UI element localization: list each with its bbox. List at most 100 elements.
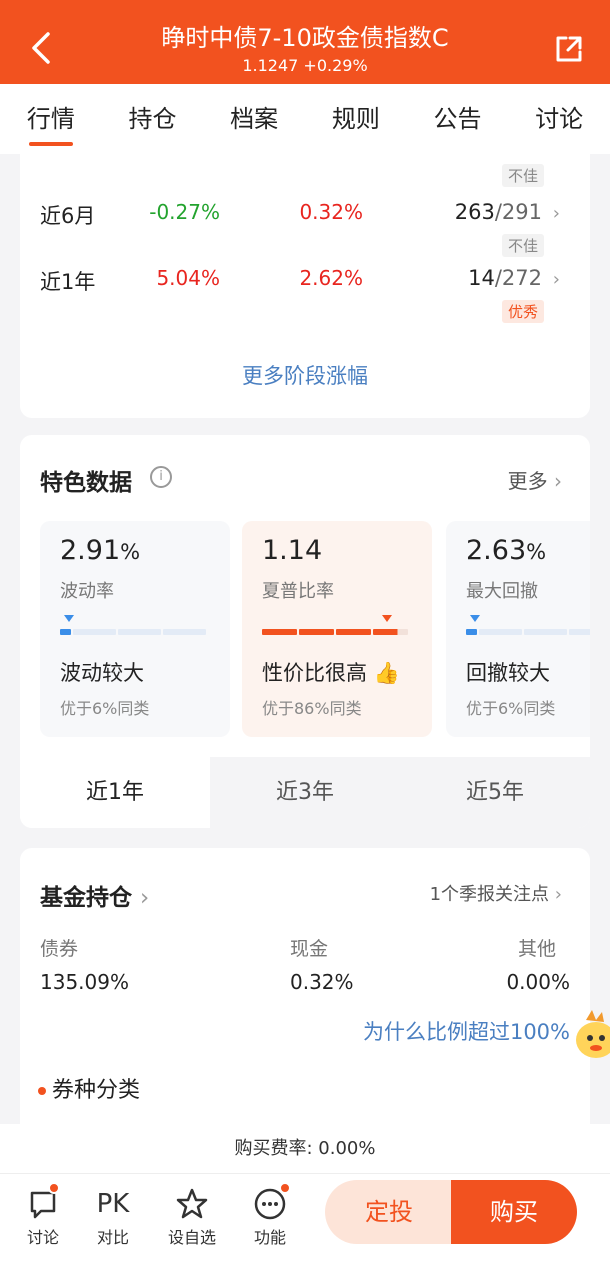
avg-return: 0.32%: [299, 200, 363, 224]
holding-value: 0.32%: [290, 970, 354, 994]
metric-verdict: 性价比很高 👍: [262, 657, 400, 687]
metric-unit: %: [526, 540, 547, 564]
holding-label: 现金: [290, 938, 329, 960]
buy-button[interactable]: 购买: [451, 1180, 577, 1244]
back-arrow-icon[interactable]: [28, 30, 56, 66]
holding-label: 其他: [517, 938, 556, 960]
rank-total: /291: [494, 200, 542, 224]
functions-button[interactable]: 功能: [235, 1182, 305, 1248]
thumbs-up-icon: 👍: [373, 661, 400, 685]
fund-nav: 1.1247 +0.29%: [242, 56, 368, 75]
rank-badge: 优秀: [501, 300, 544, 323]
holding-label: 债券: [40, 938, 79, 960]
holding-value: 135.09%: [40, 970, 129, 994]
button-label: 功能: [253, 1228, 286, 1247]
tab-discussion[interactable]: 讨论: [508, 84, 610, 154]
metric-verdict: 回撤较大: [466, 661, 550, 685]
bar-fill: [262, 629, 297, 635]
rank: 263/291: [455, 200, 542, 224]
level-marker: [64, 615, 74, 622]
period-tabs: 近1年 近3年 近5年: [20, 757, 590, 828]
report-notice-link[interactable]: 1个季报关注点 ›: [430, 880, 562, 906]
notification-dot: [279, 1182, 291, 1194]
why-over-100-link[interactable]: 为什么比例超过100%: [363, 1016, 570, 1046]
tab-3y[interactable]: 近3年: [210, 757, 400, 828]
discuss-button[interactable]: 讨论: [8, 1182, 78, 1248]
section-title: 特色数据: [40, 470, 132, 496]
chat-icon: [8, 1182, 78, 1224]
compare-button[interactable]: PK 对比: [78, 1184, 148, 1248]
share-icon[interactable]: [554, 34, 584, 64]
metric-value: 1.14: [262, 535, 322, 566]
bar-seg: [117, 629, 161, 635]
perf-row-6m[interactable]: 近6月 -0.27% 0.32% 263/291 › 不佳: [20, 200, 590, 260]
metric-label: 波动率: [60, 581, 114, 602]
metric-volatility[interactable]: 2.91% 波动率 波动较大 优于6%同类: [40, 521, 230, 737]
rank-total: /272: [494, 266, 542, 290]
rank-badge: 不佳: [501, 234, 544, 257]
chevron-right-icon: ›: [552, 269, 560, 290]
holding-value: 0.00%: [506, 970, 570, 994]
button-label: 设自选: [167, 1228, 216, 1247]
purchase-fee: 购买费率: 0.00%: [0, 1124, 610, 1174]
metric-number: 1.14: [262, 535, 323, 566]
bar-seg: [72, 629, 116, 635]
more-label: 更多: [507, 469, 548, 493]
avg-return: 2.62%: [299, 266, 363, 290]
bar-fill: [299, 629, 334, 635]
report-notice: 1个季报关注点: [429, 884, 550, 905]
sub-section-title: 券种分类: [52, 1078, 141, 1103]
section-title[interactable]: 基金持仓 ›: [40, 878, 149, 912]
metric-label: 最大回撤: [466, 581, 538, 602]
tab-1y[interactable]: 近1年: [20, 757, 210, 828]
more-link[interactable]: 更多 ›: [508, 465, 562, 494]
performance-card: 不佳 近6月 -0.27% 0.32% 263/291 › 不佳 近1年 5.0…: [20, 120, 590, 418]
rank: 14/272: [468, 266, 542, 290]
bar-seg: [568, 629, 590, 635]
metric-value: 2.91%: [60, 535, 140, 566]
bar-seg: [162, 629, 206, 635]
level-marker: [382, 615, 392, 622]
auto-invest-button[interactable]: 定投: [325, 1180, 453, 1244]
more-periods-link[interactable]: 更多阶段涨幅: [20, 360, 590, 390]
chevron-right-icon: ›: [554, 884, 562, 905]
more-icon: [235, 1182, 305, 1224]
bar-seg: [523, 629, 567, 635]
metric-number: 2.91: [60, 535, 121, 566]
tab-announcements[interactable]: 公告: [407, 84, 509, 154]
metric-number: 2.63: [466, 535, 527, 566]
bullet-dot: [38, 1087, 46, 1095]
add-watchlist-button[interactable]: 设自选: [157, 1184, 227, 1248]
tab-holdings[interactable]: 持仓: [102, 84, 204, 154]
fund-return: -0.27%: [149, 200, 220, 224]
tab-profile[interactable]: 档案: [203, 84, 305, 154]
chevron-right-icon: ›: [554, 469, 562, 493]
star-icon: [157, 1184, 227, 1224]
tab-5y[interactable]: 近5年: [400, 757, 590, 828]
info-icon[interactable]: i: [150, 466, 172, 488]
button-label: 对比: [96, 1228, 129, 1247]
metric-compare: 优于6%同类: [60, 699, 150, 718]
perf-row-1y[interactable]: 近1年 5.04% 2.62% 14/272 › 优秀: [20, 266, 590, 326]
rank-value: 14: [468, 266, 495, 290]
bar-seg: [478, 629, 522, 635]
tab-rules[interactable]: 规则: [305, 84, 407, 154]
mascot-icon[interactable]: [572, 1006, 610, 1062]
chevron-right-icon: ›: [552, 203, 560, 224]
button-label: 讨论: [26, 1228, 59, 1247]
bond-type-section: 券种分类: [38, 1072, 140, 1104]
metric-unit: %: [120, 540, 141, 564]
bar-fill: [60, 629, 71, 635]
bottom-action-bar: 讨论 PK 对比 设自选 功能 定投 购买: [0, 1174, 610, 1270]
metric-max-drawdown[interactable]: 2.63% 最大回撤 回撤较大 优于6%同类: [446, 521, 590, 737]
tab-quotes[interactable]: 行情: [0, 84, 102, 154]
metric-label: 夏普比率: [262, 581, 334, 602]
metric-verdict: 波动较大: [60, 661, 144, 685]
rank-badge: 不佳: [501, 164, 544, 187]
feature-data-card: 特色数据 i 更多 › 2.91% 波动率 波动较大 优于6%同类 1.14 夏…: [20, 435, 590, 828]
bar-fill: [373, 629, 408, 635]
period-label: 近1年: [40, 270, 96, 294]
metric-compare: 优于86%同类: [262, 699, 362, 718]
metric-sharpe[interactable]: 1.14 夏普比率 性价比很高 👍 优于86%同类: [242, 521, 432, 737]
bar-fill: [336, 629, 371, 635]
